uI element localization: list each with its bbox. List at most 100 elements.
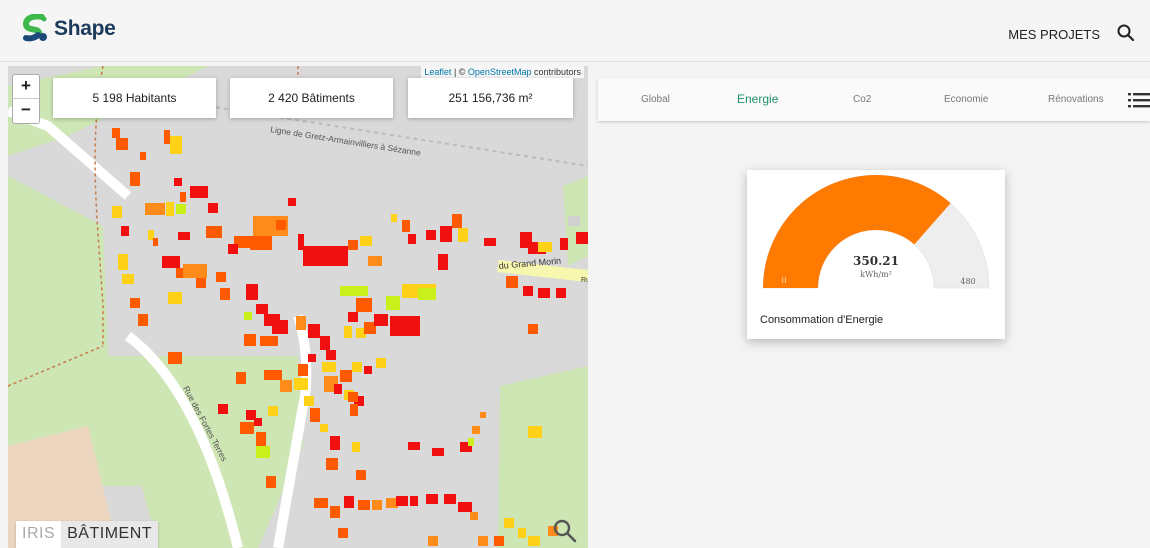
- building-shape[interactable]: [240, 422, 254, 434]
- leaflet-link[interactable]: Leaflet: [424, 67, 451, 77]
- building-shape[interactable]: [256, 446, 270, 458]
- building-shape[interactable]: [432, 448, 444, 456]
- building-shape[interactable]: [344, 326, 352, 338]
- building-shape[interactable]: [244, 334, 256, 346]
- building-shape[interactable]: [220, 288, 230, 300]
- map-view[interactable]: Ligne de Gretz-Armainvilliers à Sézanne …: [8, 66, 588, 548]
- search-icon[interactable]: [1116, 23, 1136, 43]
- building-shape[interactable]: [458, 502, 472, 512]
- zoom-in-button[interactable]: +: [13, 75, 39, 99]
- building-shape[interactable]: [322, 362, 336, 372]
- building-shape[interactable]: [112, 206, 122, 218]
- building-shape[interactable]: [426, 230, 436, 240]
- building-shape[interactable]: [352, 362, 362, 372]
- building-shape[interactable]: [356, 470, 366, 480]
- building-shape[interactable]: [304, 396, 314, 406]
- building-shape[interactable]: [196, 278, 206, 288]
- building-shape[interactable]: [320, 424, 328, 432]
- map-search-icon[interactable]: [552, 518, 578, 544]
- building-shape[interactable]: [348, 312, 358, 322]
- building-shape[interactable]: [348, 240, 358, 250]
- tab-energie[interactable]: Energie: [737, 78, 778, 121]
- building-shape[interactable]: [472, 426, 480, 434]
- building-shape[interactable]: [170, 136, 182, 154]
- building-shape[interactable]: [272, 320, 288, 334]
- nav-mes-projets[interactable]: MES PROJETS: [1008, 27, 1100, 42]
- map-canvas[interactable]: Ligne de Gretz-Armainvilliers à Sézanne …: [8, 66, 588, 548]
- building-shape[interactable]: [168, 292, 182, 304]
- building-shape[interactable]: [560, 238, 568, 250]
- building-shape[interactable]: [218, 404, 228, 414]
- building-shape[interactable]: [576, 232, 588, 244]
- building-shape[interactable]: [153, 238, 158, 246]
- building-shape[interactable]: [310, 408, 320, 422]
- building-shape[interactable]: [410, 496, 418, 506]
- building-shape[interactable]: [236, 372, 246, 384]
- building-shape[interactable]: [178, 232, 190, 240]
- building-shape[interactable]: [452, 214, 462, 228]
- building-shape[interactable]: [138, 314, 148, 326]
- building-shape[interactable]: [183, 264, 207, 278]
- tab-economie[interactable]: Economie: [944, 78, 988, 121]
- building-shape[interactable]: [130, 298, 140, 308]
- building-shape[interactable]: [408, 234, 416, 244]
- building-shape[interactable]: [308, 354, 316, 362]
- building-shape[interactable]: [206, 226, 222, 238]
- building-shape[interactable]: [296, 316, 306, 330]
- building-shape[interactable]: [276, 220, 286, 230]
- building-shape[interactable]: [168, 352, 182, 364]
- building-shape[interactable]: [118, 254, 128, 270]
- building-shape[interactable]: [428, 536, 438, 546]
- building-shape[interactable]: [340, 370, 352, 382]
- building-shape[interactable]: [216, 272, 226, 282]
- building-shape[interactable]: [314, 498, 328, 508]
- building-shape[interactable]: [523, 286, 533, 296]
- building-shape[interactable]: [408, 442, 420, 450]
- building-shape[interactable]: [303, 246, 348, 266]
- building-shape[interactable]: [528, 426, 542, 438]
- building-shape[interactable]: [268, 406, 278, 416]
- building-shape[interactable]: [254, 418, 262, 426]
- building-shape[interactable]: [478, 536, 488, 546]
- building-shape[interactable]: [340, 286, 368, 296]
- building-shape[interactable]: [294, 378, 308, 390]
- building-shape[interactable]: [250, 236, 272, 250]
- osm-link[interactable]: OpenStreetMap: [468, 67, 532, 77]
- building-shape[interactable]: [208, 203, 218, 213]
- building-shape[interactable]: [334, 384, 342, 394]
- building-shape[interactable]: [266, 476, 276, 488]
- building-shape[interactable]: [344, 496, 354, 508]
- tab-global[interactable]: Global: [641, 78, 670, 121]
- building-shape[interactable]: [140, 152, 146, 160]
- building-shape[interactable]: [246, 284, 258, 300]
- building-shape[interactable]: [494, 536, 504, 546]
- building-shape[interactable]: [326, 350, 336, 360]
- building-shape[interactable]: [330, 506, 340, 518]
- building-shape[interactable]: [122, 274, 134, 284]
- building-shape[interactable]: [180, 192, 186, 202]
- building-shape[interactable]: [348, 392, 358, 402]
- building-shape[interactable]: [426, 494, 438, 504]
- zoom-out-button[interactable]: −: [13, 99, 39, 123]
- building-shape[interactable]: [244, 312, 252, 320]
- building-shape[interactable]: [402, 220, 410, 232]
- tab-renovations[interactable]: Rénovations: [1048, 78, 1104, 121]
- building-shape[interactable]: [280, 380, 292, 392]
- building-shape[interactable]: [418, 288, 436, 300]
- building-shape[interactable]: [480, 412, 486, 418]
- building-shape[interactable]: [162, 256, 180, 268]
- building-shape[interactable]: [145, 203, 165, 215]
- building-shape[interactable]: [176, 204, 186, 214]
- tab-co2[interactable]: Co2: [853, 78, 871, 121]
- building-shape[interactable]: [112, 128, 120, 138]
- brand-logo[interactable]: Shape: [20, 14, 116, 44]
- building-shape[interactable]: [130, 172, 140, 186]
- building-shape[interactable]: [356, 298, 372, 312]
- building-shape[interactable]: [350, 404, 358, 416]
- building-shape[interactable]: [484, 238, 496, 246]
- building-shape[interactable]: [556, 288, 566, 298]
- building-shape[interactable]: [506, 276, 518, 288]
- building-shape[interactable]: [458, 228, 468, 242]
- building-shape[interactable]: [164, 130, 170, 144]
- building-shape[interactable]: [372, 500, 382, 510]
